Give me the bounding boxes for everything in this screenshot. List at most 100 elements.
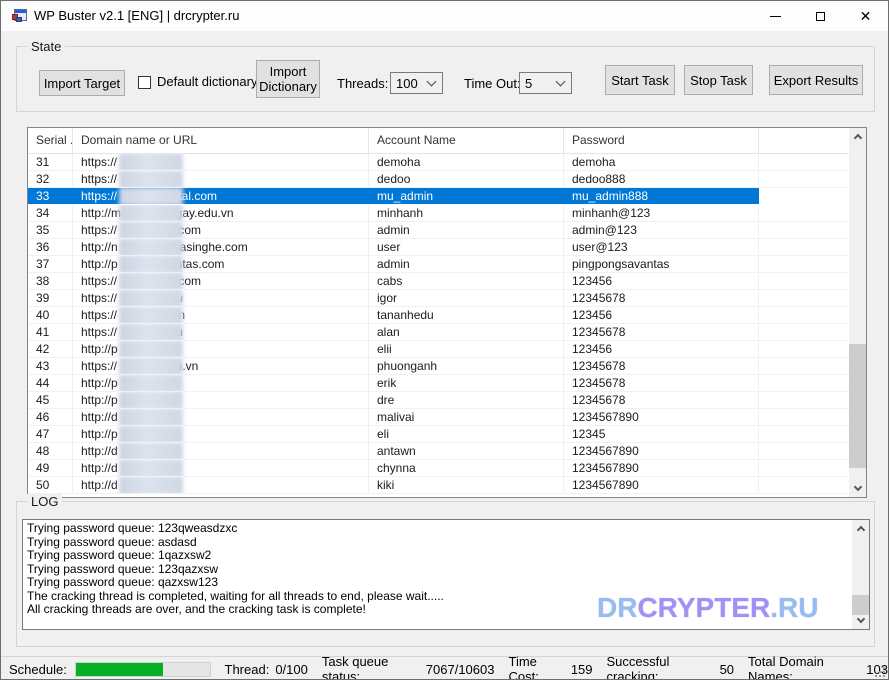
column-header-account[interactable]: Account Name — [369, 128, 564, 153]
redaction-blur — [119, 426, 183, 442]
scroll-up-icon[interactable] — [849, 128, 866, 145]
scroll-up-icon[interactable] — [852, 520, 869, 537]
cell-serial: 48 — [28, 443, 73, 459]
cell-domain: http://p — [73, 375, 369, 391]
cell-serial: 41 — [28, 324, 73, 340]
column-header-serial[interactable]: Serial ... — [28, 128, 73, 153]
cell-domain: http://d n — [73, 443, 369, 459]
maximize-icon — [816, 12, 825, 21]
log-line: Trying password queue: qazxsw123 — [27, 576, 852, 590]
cell-serial: 43 — [28, 358, 73, 374]
scroll-down-icon[interactable] — [852, 612, 869, 629]
cell-account: dre — [369, 392, 564, 408]
cell-account: dedoo — [369, 171, 564, 187]
time-cost-label: Time Cost: — [508, 654, 564, 680]
resize-grip[interactable] — [873, 665, 885, 677]
redaction-blur — [119, 358, 183, 374]
threads-dropdown[interactable]: 100 — [390, 72, 443, 94]
cell-serial: 33 — [28, 188, 73, 204]
cell-serial: 39 — [28, 290, 73, 306]
cell-domain: https:// .vn — [73, 307, 369, 323]
chevron-down-icon — [556, 77, 566, 87]
cell-account: alan — [369, 324, 564, 340]
log-line: Trying password queue: 123qweasdzxc — [27, 522, 852, 536]
cell-password: 123456 — [564, 273, 759, 289]
column-header-password[interactable]: Password — [564, 128, 759, 153]
cell-domain: https:// .ru — [73, 290, 369, 306]
import-dictionary-button[interactable]: Import Dictionary — [256, 60, 320, 98]
table-row[interactable]: 44 http://p erik 12345678 — [28, 375, 849, 392]
table-row[interactable]: 34 http://m ngay.edu.vn minhanh minhanh@… — [28, 205, 849, 222]
cell-account: minhanh — [369, 205, 564, 221]
redaction-blur — [119, 290, 183, 306]
table-row[interactable]: 47 http://p eli 12345 — [28, 426, 849, 443]
table-row[interactable]: 36 http://n arasinghe.com user user@123 — [28, 239, 849, 256]
schedule-progress-bar — [75, 662, 211, 677]
table-row[interactable]: 33 https:// bital.com mu_admin mu_admin8… — [28, 188, 849, 205]
cell-account: chynna — [369, 460, 564, 476]
table-row[interactable]: 49 http://d n chynna 1234567890 — [28, 460, 849, 477]
cell-domain: http://p — [73, 426, 369, 442]
log-line: Trying password queue: 1qazxsw2 — [27, 549, 852, 563]
cell-password: 123456 — [564, 307, 759, 323]
cell-domain: https:// — [73, 171, 369, 187]
queue-label: Task queue status: — [322, 654, 420, 680]
log-groupbox: LOG Trying password queue: 123qweasdzxcT… — [16, 501, 875, 647]
cell-serial: 38 — [28, 273, 73, 289]
table-row[interactable]: 35 https:// s.com admin admin@123 — [28, 222, 849, 239]
export-results-button[interactable]: Export Results — [769, 65, 863, 95]
scrollbar-thumb[interactable] — [849, 344, 866, 468]
chevron-down-icon — [427, 77, 437, 87]
cell-serial: 31 — [28, 154, 73, 170]
table-row[interactable]: 38 https:// s.com cabs 123456 — [28, 273, 849, 290]
cell-domain: https:// bital.com — [73, 188, 369, 204]
table-row[interactable]: 46 http://d n malivai 1234567890 — [28, 409, 849, 426]
table-row[interactable]: 32 https:// dedoo dedoo888 — [28, 171, 849, 188]
cell-serial: 49 — [28, 460, 73, 476]
cell-domain: http://m ngay.edu.vn — [73, 205, 369, 221]
column-header-domain[interactable]: Domain name or URL — [73, 128, 369, 153]
close-button[interactable]: ✕ — [843, 1, 888, 31]
table-row[interactable]: 45 http://p dre 12345678 — [28, 392, 849, 409]
table-row[interactable]: 41 https:// .ru alan 12345678 — [28, 324, 849, 341]
table-row[interactable]: 48 http://d n antawn 1234567890 — [28, 443, 849, 460]
timeout-dropdown[interactable]: 5 — [519, 72, 572, 94]
cell-password: 1234567890 — [564, 460, 759, 476]
drcrypter-watermark: DRCRYPTER.RU — [597, 592, 818, 624]
start-task-button[interactable]: Start Task — [605, 65, 675, 95]
redaction-blur — [119, 460, 183, 476]
table-row[interactable]: 42 http://p elii 123456 — [28, 341, 849, 358]
cell-account: admin — [369, 256, 564, 272]
thread-value: 0/100 — [275, 662, 308, 677]
stop-task-button[interactable]: Stop Task — [684, 65, 753, 95]
redaction-blur — [119, 222, 183, 238]
threads-label: Threads: — [337, 76, 388, 91]
log-scrollbar[interactable] — [852, 520, 869, 629]
table-scrollbar[interactable] — [849, 128, 866, 497]
results-table: Serial ... Domain name or URL Account Na… — [27, 127, 867, 498]
minimize-button[interactable] — [753, 1, 798, 31]
redaction-blur — [119, 392, 183, 408]
cell-serial: 50 — [28, 477, 73, 493]
redaction-blur — [119, 239, 183, 255]
import-target-button[interactable]: Import Target — [39, 70, 125, 96]
table-row[interactable]: 40 https:// .vn tananhedu 123456 — [28, 307, 849, 324]
cell-password: 1234567890 — [564, 409, 759, 425]
log-group-label: LOG — [27, 494, 62, 509]
cell-domain: https:// s.com — [73, 273, 369, 289]
cell-serial: 35 — [28, 222, 73, 238]
cell-domain: http://p — [73, 392, 369, 408]
log-line: Trying password queue: asdasd — [27, 536, 852, 550]
table-row[interactable]: 31 https:// demoha demoha — [28, 154, 849, 171]
maximize-button[interactable] — [798, 1, 843, 31]
table-row[interactable]: 37 http://p antas.com admin pingpongsava… — [28, 256, 849, 273]
redaction-blur — [119, 477, 183, 493]
table-row[interactable]: 39 https:// .ru igor 12345678 — [28, 290, 849, 307]
scroll-down-icon[interactable] — [849, 480, 866, 497]
cell-domain: http://d n — [73, 460, 369, 476]
table-row[interactable]: 50 http://d n kiki 1234567890 — [28, 477, 849, 494]
cell-account: admin — [369, 222, 564, 238]
table-row[interactable]: 43 https:// du.vn phuonganh 12345678 — [28, 358, 849, 375]
default-dictionary-checkbox[interactable] — [138, 76, 151, 89]
table-header: Serial ... Domain name or URL Account Na… — [28, 128, 849, 154]
